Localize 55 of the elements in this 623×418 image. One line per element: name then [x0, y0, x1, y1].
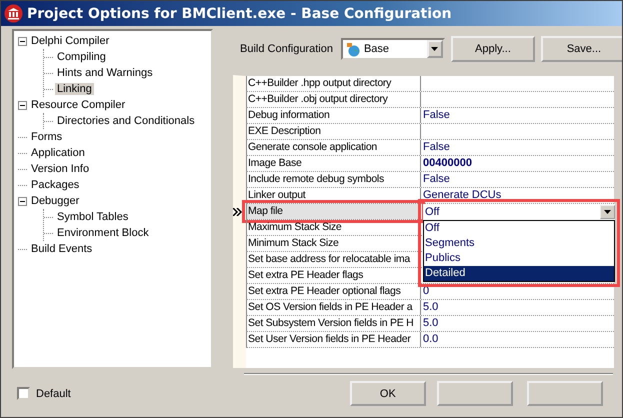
tree-item[interactable]: Compiling [55, 51, 108, 63]
tree-item[interactable]: Packages [29, 179, 82, 191]
property-name[interactable]: Set extra PE Header optional flags [246, 284, 421, 299]
tree-item[interactable]: Symbol Tables [55, 211, 130, 223]
property-name[interactable]: Image Base [246, 156, 421, 171]
property-value[interactable]: 5.0 [421, 300, 438, 315]
collapse-icon[interactable] [18, 36, 27, 46]
tree-item[interactable]: Debugger [29, 195, 82, 207]
tree-item[interactable]: Directories and Conditionals [55, 115, 197, 127]
property-name[interactable]: Set Subsystem Version fields in PE H [246, 316, 421, 331]
property-value[interactable]: False [421, 172, 450, 187]
tree-item[interactable]: Version Info [29, 163, 92, 175]
property-name[interactable]: C++Builder .obj output directory [246, 92, 421, 107]
property-value[interactable]: 0.0 [421, 332, 438, 347]
build-configuration-combo[interactable]: Base [340, 38, 445, 60]
property-name[interactable]: Set base address for relocatable ima [246, 252, 421, 267]
property-name[interactable]: Include remote debug symbols [246, 172, 421, 187]
property-value[interactable]: False [421, 140, 450, 155]
default-label: Default [36, 388, 71, 400]
collapse-icon[interactable] [18, 196, 27, 206]
default-checkbox[interactable] [17, 387, 30, 400]
property-name[interactable]: Minimum Stack Size [246, 236, 421, 251]
row-pointer-icon [233, 208, 243, 216]
save-button[interactable]: Save... [540, 36, 622, 62]
property-name[interactable]: Set User Version fields in PE Header [246, 332, 421, 347]
property-name[interactable]: Set OS Version fields in PE Header a [246, 300, 421, 315]
tree-item[interactable]: Environment Block [55, 227, 151, 239]
property-name[interactable]: Generate console application [246, 140, 421, 155]
tree-item[interactable]: Build Events [29, 243, 94, 255]
apply-button[interactable]: Apply... [450, 36, 535, 62]
property-value[interactable]: False [421, 108, 450, 123]
property-value[interactable]: Generate DCUs [421, 188, 502, 203]
dropdown-option[interactable]: Detailed [424, 266, 614, 281]
window-title: Project Options for BMClient.exe - Base Configuration [27, 6, 452, 22]
property-value-dropdown[interactable]: Off [423, 204, 615, 220]
tree-item[interactable]: Forms [29, 131, 64, 143]
ok-button[interactable]: OK [350, 381, 426, 406]
tree-item[interactable]: Resource Compiler [29, 99, 128, 111]
caret-icon [431, 47, 438, 51]
property-name[interactable]: Debug information [246, 108, 421, 123]
collapse-icon[interactable] [18, 100, 27, 110]
tree-item[interactable]: Delphi Compiler [29, 35, 112, 47]
tree-item[interactable]: Hints and Warnings [55, 67, 155, 79]
property-name[interactable]: Set extra PE Header flags [246, 268, 421, 283]
tree-item[interactable]: Linking [55, 83, 94, 95]
property-name[interactable]: Maximum Stack Size [246, 220, 421, 235]
tree-item[interactable]: Application [29, 147, 87, 159]
build-configuration-label: Build Configuration [240, 43, 333, 55]
caret-icon [604, 210, 611, 214]
globe-icon [344, 41, 361, 57]
property-value[interactable]: 5.0 [421, 316, 438, 331]
property-value[interactable]: 00400000 [421, 156, 472, 171]
app-icon [4, 4, 23, 23]
property-name[interactable]: C++Builder .hpp output directory [246, 76, 421, 91]
property-name[interactable]: EXE Description [246, 124, 421, 139]
